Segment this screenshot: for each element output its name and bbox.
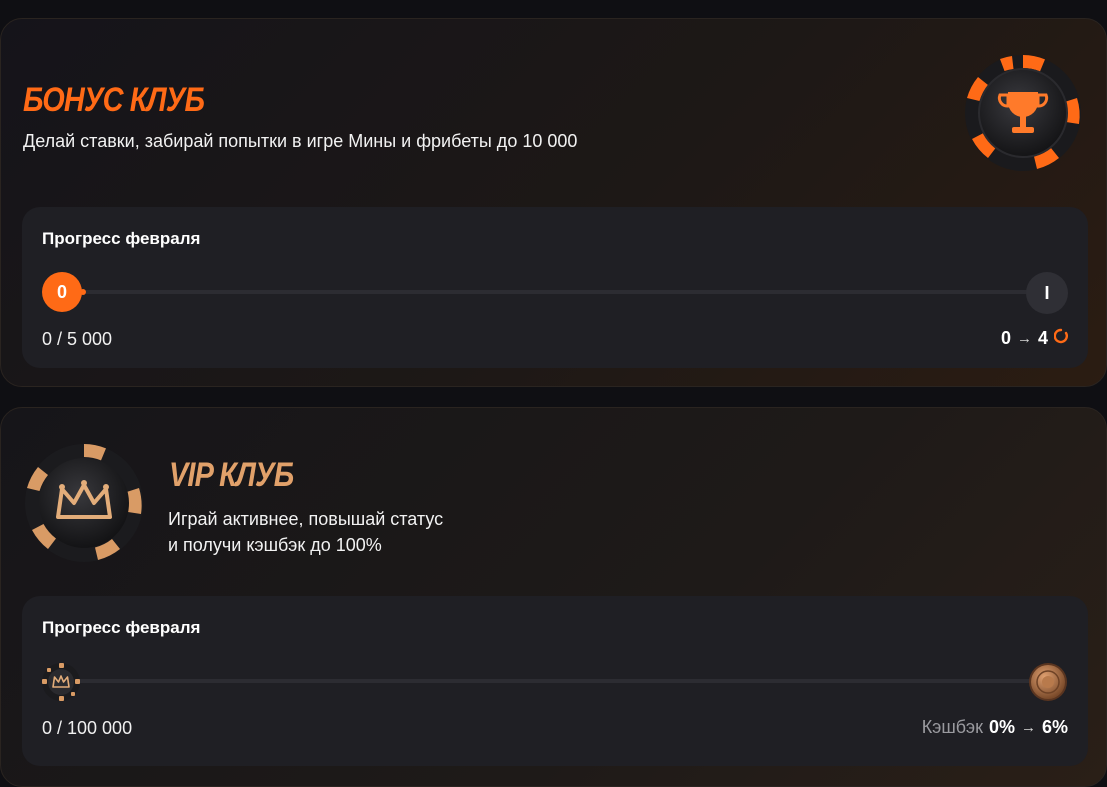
arrow-right-icon: → [1016,330,1032,347]
cashback-from: 0% [988,717,1015,737]
bonus-level-end-badge: I [1026,272,1068,314]
bonus-progress-panel: Прогресс февраля 0 I 0 / 5 000 0 → 4 [22,207,1088,368]
bonus-club-title: БОНУС КЛУБ [23,81,205,119]
bonus-progress-title: Прогресс февраля [42,229,201,248]
vip-level-end-chip-icon [1028,662,1068,702]
attempts-from: 0 [1000,328,1011,348]
vip-description-line2: и получи кэшбэк до 100% [168,535,382,555]
bonus-club-description: Делай ставки, забирай попытки в игре Мин… [23,131,578,151]
vip-progress-value: 0 / 100 000 [42,718,133,738]
cashback-to: 6% [1041,717,1068,737]
attempt-ring-icon [1053,328,1068,349]
vip-club-description: Играй активнее, повышай статус и получи … [168,506,488,558]
arrow-right-icon: → [1020,719,1036,736]
vip-club-title: VIP КЛУБ [169,456,294,494]
attempts-to: 4 [1037,328,1048,348]
bonus-attempts-stat: 0 → 4 [1001,328,1068,349]
vip-level-start-chip-icon [41,662,81,702]
bonus-progress-track [62,290,1048,294]
cashback-label: Кэшбэк [921,717,983,737]
bonus-level-start-badge: 0 [42,272,86,312]
vip-cashback-stat: Кэшбэк 0% → 6% [922,717,1068,738]
vip-progress-panel: Прогресс февраля 0 / 100 000 Кэшбэк 0% →… [22,596,1088,766]
bonus-club-card: БОНУС КЛУБ Делай ставки, забирай попытки… [0,18,1107,387]
trophy-chip-icon [962,52,1084,174]
vip-description-line1: Играй активнее, повышай статус [168,509,444,529]
crown-chip-icon [22,441,146,565]
vip-progress-track [62,679,1048,683]
bonus-progress-value: 0 / 5 000 [42,329,113,349]
vip-club-card: VIP КЛУБ Играй активнее, повышай статус … [0,407,1107,787]
vip-progress-title: Прогресс февраля [42,618,201,637]
